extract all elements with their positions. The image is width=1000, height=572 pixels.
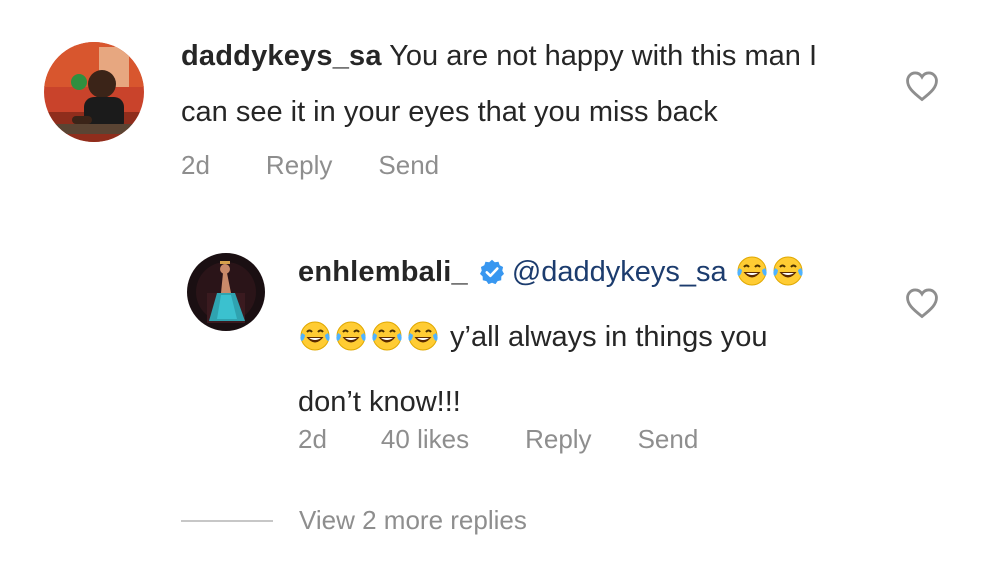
reply-text: enhlembali_ @daddykeys_sa y’all always i… — [298, 243, 898, 431]
view-more-replies[interactable]: View 2 more replies — [181, 505, 527, 536]
send-button[interactable]: Send — [378, 150, 439, 181]
avatar[interactable] — [44, 42, 144, 142]
comment-time: 2d — [181, 149, 210, 180]
view-more-replies-label[interactable]: View 2 more replies — [299, 505, 527, 536]
heart-outline-icon[interactable] — [905, 287, 939, 324]
comment-text: daddykeys_sa You are not happy with this… — [181, 28, 881, 140]
face-with-tears-of-joy-icon — [334, 315, 368, 373]
reply-button[interactable]: Reply — [525, 424, 591, 455]
reply-time: 2d — [298, 423, 327, 454]
reply-meta: 2d 40 likes Reply Send — [298, 421, 698, 457]
face-with-tears-of-joy-icon — [370, 315, 404, 373]
send-button[interactable]: Send — [638, 424, 699, 455]
face-with-tears-of-joy-icon — [298, 315, 332, 373]
face-with-tears-of-joy-icon — [406, 315, 440, 373]
username[interactable]: daddykeys_sa — [181, 40, 382, 72]
verified-badge-icon — [478, 248, 506, 306]
heart-outline-icon[interactable] — [905, 70, 939, 107]
mention-link[interactable]: @daddykeys_sa — [512, 256, 727, 288]
face-with-tears-of-joy-icon — [771, 250, 805, 308]
comment-text-line: You are not happy with this man I — [389, 40, 817, 72]
face-with-tears-of-joy-icon — [735, 250, 769, 308]
divider — [181, 519, 273, 522]
avatar[interactable] — [187, 253, 265, 331]
username[interactable]: enhlembali_ — [298, 256, 468, 288]
reply-button[interactable]: Reply — [266, 150, 332, 181]
reply-text-line: y’all always in things you — [450, 321, 768, 353]
comment-text-line: can see it in your eyes that you miss ba… — [181, 96, 718, 128]
comment-meta: 2d Reply Send — [181, 147, 439, 183]
likes-count[interactable]: 40 likes — [381, 424, 469, 455]
